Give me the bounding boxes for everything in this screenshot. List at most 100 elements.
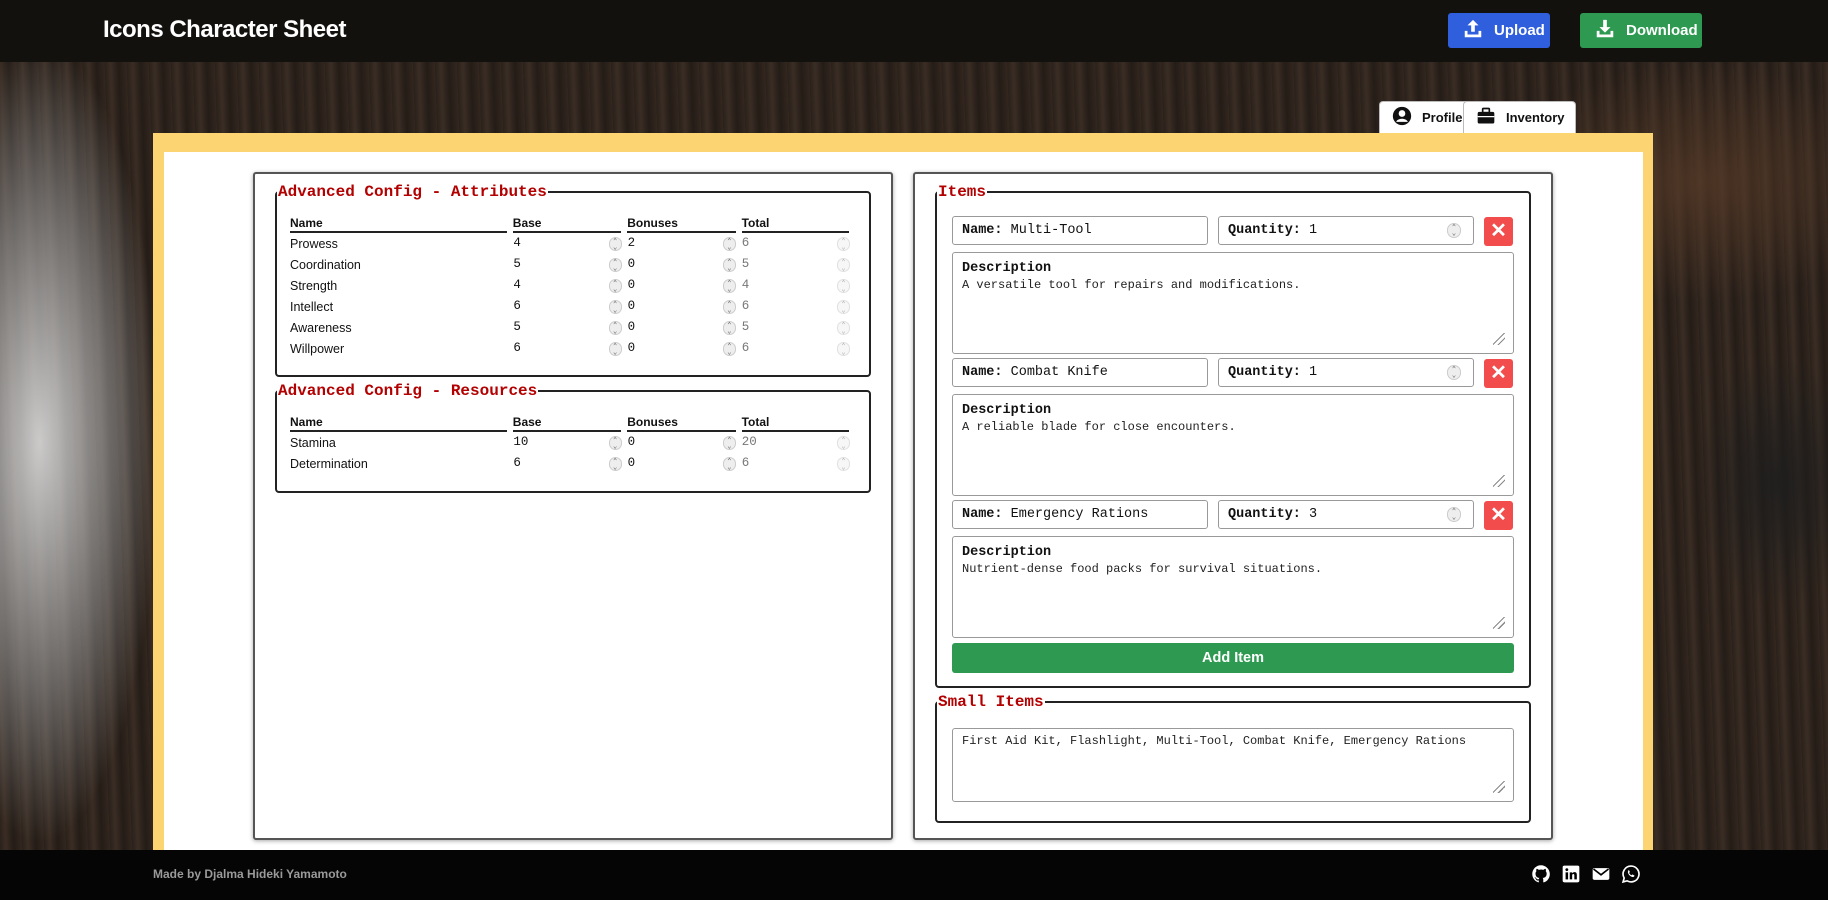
resources-table: Name Base Bonuses Total Stamina 10 ⌃ ⌄ 0 ⌃ ⌄ 20… [290,415,855,474]
row-name-value: Prowess [290,236,338,251]
download-button[interactable]: Download [1580,13,1702,48]
resize-handle-icon[interactable] [1493,475,1505,487]
item-description-field[interactable]: Description A versatile tool for repairs… [952,252,1514,354]
total-output: 20 ⌃ ⌄ [741,433,855,452]
column-base: Base [512,415,622,432]
item-name-value: Emergency Rations [1010,507,1149,522]
column-bonuses: Bonuses [627,415,736,432]
delete-item-button[interactable]: ✕ [1484,359,1513,388]
base-input[interactable]: 5 ⌃ ⌄ [512,255,626,274]
base-input-value: 6 [513,299,521,313]
email-icon[interactable] [1591,864,1611,884]
app-title: Icons Character Sheet [103,16,346,43]
bonuses-input[interactable]: 0 ⌃ ⌄ [627,255,741,274]
table-row: Prowess 4 ⌃ ⌄ 2 ⌃ ⌄ 6 ⌃ ⌄ [290,233,855,254]
bonuses-input[interactable]: 0 ⌃ ⌄ [627,318,741,337]
number-stepper: ⌃ ⌄ [836,279,850,294]
total-output-value: 20 [741,435,757,449]
total-output: 4 ⌃ ⌄ [741,276,855,295]
number-stepper[interactable]: ⌃ ⌄ [608,279,622,294]
bonuses-input[interactable]: 0 ⌃ ⌄ [627,339,741,358]
total-output-value: 6 [741,456,750,470]
table-row: Intellect 6 ⌃ ⌄ 0 ⌃ ⌄ 6 ⌃ ⌄ [290,296,855,317]
footer-credit: Made by Djalma Hideki Yamamoto [153,867,347,881]
item-quantity-input[interactable]: Quantity: 3 ⌃ ⌄ [1218,500,1474,529]
base-input-value: 5 [513,257,521,271]
total-output-value: 6 [741,236,750,250]
bonuses-input[interactable]: 2 ⌃ ⌄ [627,234,741,253]
number-stepper: ⌃ ⌄ [836,258,850,273]
item-name-input[interactable]: Name: Combat Knife [952,358,1208,387]
quantity-stepper[interactable]: ⌃ ⌄ [1447,365,1461,380]
small-items-textarea[interactable]: First Aid Kit, Flashlight, Multi-Tool, C… [952,728,1514,802]
item-quantity-input[interactable]: Quantity: 1 ⌃ ⌄ [1218,216,1474,245]
base-input[interactable]: 6 ⌃ ⌄ [512,297,626,316]
description-label: Description [962,545,1052,560]
number-stepper[interactable]: ⌃ ⌄ [608,342,622,357]
bonuses-input[interactable]: 0 ⌃ ⌄ [627,276,741,295]
row-name: Stamina [290,436,512,450]
bonuses-input-value: 0 [627,320,636,334]
upload-label: Upload [1494,22,1545,39]
resources-legend: Advanced Config - Resources [278,382,538,400]
base-input[interactable]: 10 ⌃ ⌄ [512,433,626,452]
description-label: Description [962,261,1052,276]
download-icon [1594,18,1616,44]
top-bar: Icons Character Sheet Upload Download [0,0,1828,62]
whatsapp-icon[interactable] [1621,864,1641,884]
bonuses-input[interactable]: 0 ⌃ ⌄ [627,297,741,316]
base-input-value: 4 [513,236,521,250]
number-stepper[interactable]: ⌃ ⌄ [722,279,736,294]
number-stepper[interactable]: ⌃ ⌄ [722,237,736,252]
delete-item-button[interactable]: ✕ [1484,217,1513,246]
total-output: 6 ⌃ ⌄ [741,234,855,253]
number-stepper[interactable]: ⌃ ⌄ [722,258,736,273]
number-stepper[interactable]: ⌃ ⌄ [722,321,736,336]
linkedin-icon[interactable] [1561,864,1581,884]
base-input[interactable]: 5 ⌃ ⌄ [512,318,626,337]
resize-handle-icon[interactable] [1493,781,1505,793]
item-name-input[interactable]: Name: Multi-Tool [952,216,1208,245]
bonuses-input[interactable]: 0 ⌃ ⌄ [627,433,741,452]
add-item-button[interactable]: Add Item [952,643,1514,673]
row-name: Awareness [290,321,512,335]
tab-inventory[interactable]: Inventory [1463,101,1576,133]
number-stepper[interactable]: ⌃ ⌄ [608,258,622,273]
quantity-stepper[interactable]: ⌃ ⌄ [1447,507,1461,522]
item-name-value: Multi-Tool [1010,223,1092,238]
number-stepper: ⌃ ⌄ [836,457,850,472]
user-circle-icon [1392,106,1412,129]
number-stepper[interactable]: ⌃ ⌄ [722,457,736,472]
attributes-legend: Advanced Config - Attributes [278,183,547,201]
number-stepper[interactable]: ⌃ ⌄ [608,457,622,472]
base-input[interactable]: 6 ⌃ ⌄ [512,339,626,358]
item-quantity-value: 1 [1309,223,1318,238]
delete-item-button[interactable]: ✕ [1484,501,1513,530]
item-description-field[interactable]: Description Nutrient-dense food packs fo… [952,536,1514,638]
total-output: 5 ⌃ ⌄ [741,255,855,274]
item-quantity-input[interactable]: Quantity: 1 ⌃ ⌄ [1218,358,1474,387]
number-stepper[interactable]: ⌃ ⌄ [608,321,622,336]
number-stepper[interactable]: ⌃ ⌄ [608,300,622,315]
item-description-field[interactable]: Description A reliable blade for close e… [952,394,1514,496]
item-name-input[interactable]: Name: Emergency Rations [952,500,1208,529]
base-input[interactable]: 4 ⌃ ⌄ [512,276,626,295]
base-input[interactable]: 6 ⌃ ⌄ [512,454,626,473]
items-legend: Items [938,183,987,201]
column-name: Name [290,415,507,432]
number-stepper[interactable]: ⌃ ⌄ [608,436,622,451]
resize-handle-icon[interactable] [1493,333,1505,345]
upload-button[interactable]: Upload [1448,13,1550,48]
number-stepper[interactable]: ⌃ ⌄ [608,237,622,252]
quantity-label: Quantity: [1228,507,1301,522]
row-name: Strength [290,279,512,293]
number-stepper[interactable]: ⌃ ⌄ [722,300,736,315]
base-input[interactable]: 4 ⌃ ⌄ [512,234,626,253]
bonuses-input[interactable]: 0 ⌃ ⌄ [627,454,741,473]
resize-handle-icon[interactable] [1493,617,1505,629]
github-icon[interactable] [1531,864,1551,884]
attributes-table: Name Base Bonuses Total Prowess 4 ⌃ ⌄ 2 ⌃ ⌄ 6 ⌃ ⌄… [290,216,855,359]
quantity-stepper[interactable]: ⌃ ⌄ [1447,223,1461,238]
number-stepper[interactable]: ⌃ ⌄ [722,342,736,357]
number-stepper[interactable]: ⌃ ⌄ [722,436,736,451]
